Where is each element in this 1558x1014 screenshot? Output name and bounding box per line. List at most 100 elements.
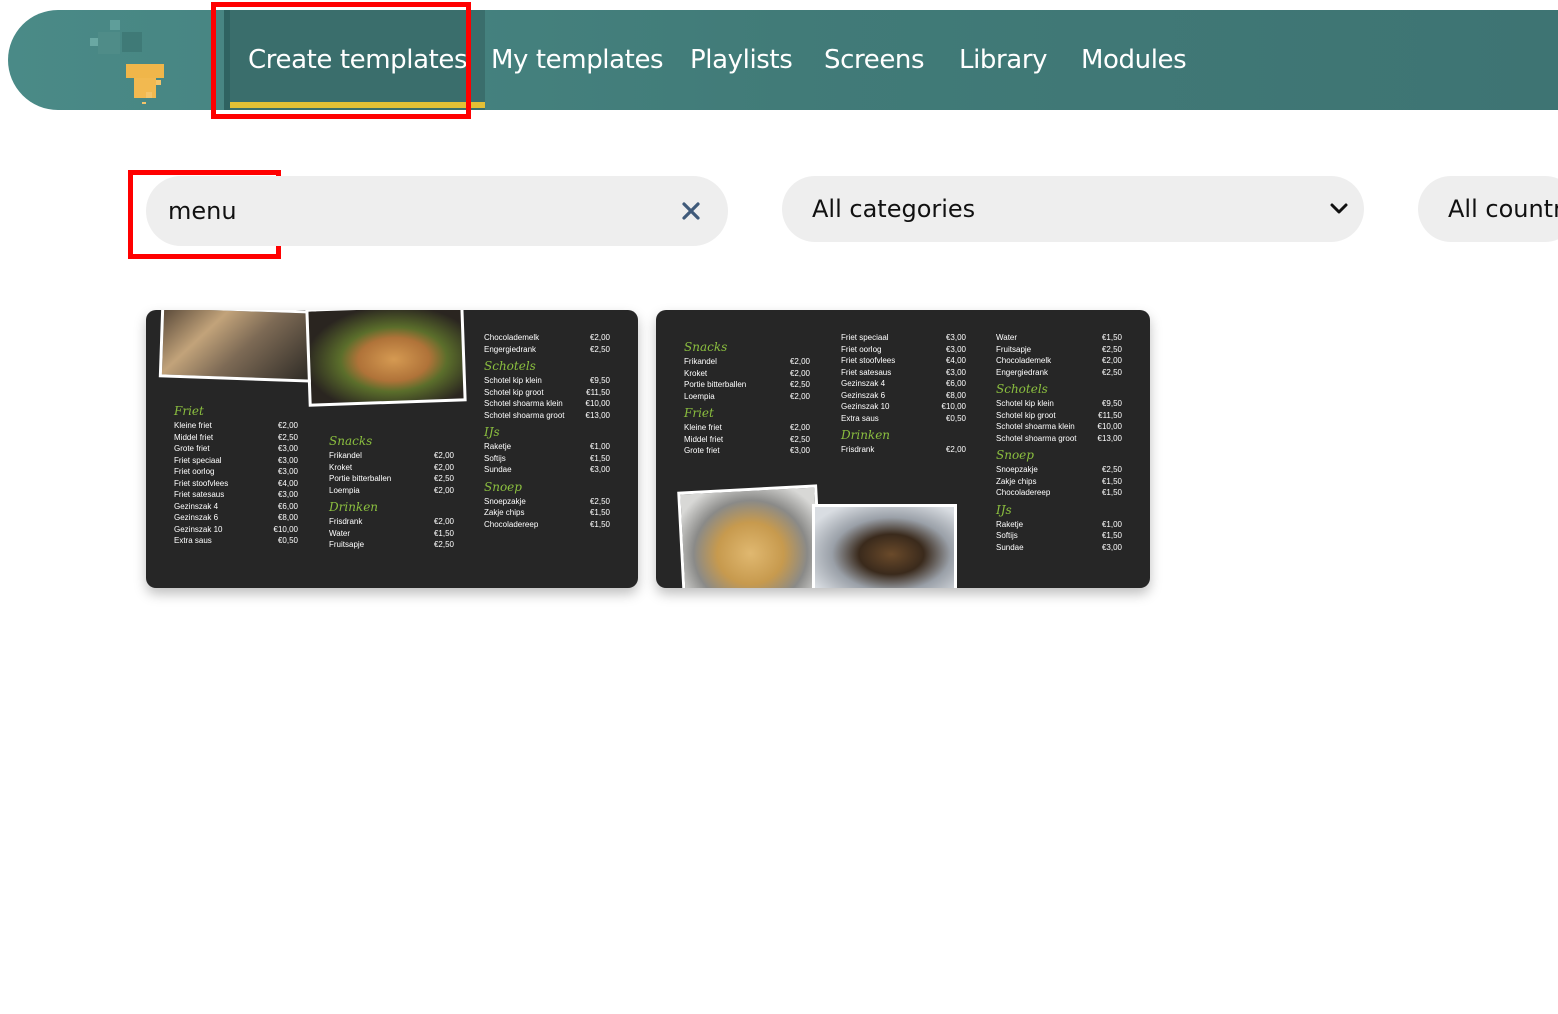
nav-my-templates[interactable]: My templates <box>491 10 664 110</box>
menu-item-name: Snoepzakje <box>484 496 526 506</box>
menu-item-name: Friet oorlog <box>174 467 215 476</box>
menu-item-row: Schotel shoarma groot €13,00 <box>996 433 1122 445</box>
menu-item-row: Middel friet €2,50 <box>174 432 298 444</box>
menu-item-row: Friet oorlog €3,00 <box>841 344 966 356</box>
menu-item-name: Snoepzakje <box>996 465 1038 474</box>
menu-item-name: Gezinszak 10 <box>174 524 223 534</box>
menu-item-row: Schotel shoarma klein €10,00 <box>996 421 1122 433</box>
menu-item-name: Middel friet <box>684 434 724 444</box>
country-select-value: All countr <box>1448 195 1558 223</box>
menu-item-row: Gezinszak 4 €6,00 <box>174 501 298 513</box>
menu-item-name: Portie bitterballen <box>684 380 747 389</box>
menu-item-price: €0,50 <box>945 413 966 423</box>
menu-item-price: €1,00 <box>589 442 610 451</box>
menu-item-name: Water <box>996 333 1018 342</box>
menu-item-price: €3,00 <box>1101 542 1122 552</box>
menu-item-row: Middel friet €2,50 <box>684 434 810 446</box>
menu-item-name: Gezinszak 4 <box>841 379 886 388</box>
nav-playlists[interactable]: Playlists <box>690 10 793 110</box>
country-select[interactable]: All countr <box>1418 176 1558 242</box>
menu-item-row: Portie bitterballen €2,50 <box>684 379 810 391</box>
menu-item-row: Schotel kip klein €9,50 <box>996 398 1122 410</box>
menu-item-row: Kleine friet €2,00 <box>684 422 810 434</box>
menu-item-price: €2,50 <box>789 380 810 389</box>
menu-item-price: €9,50 <box>589 376 610 385</box>
nav-screens[interactable]: Screens <box>824 10 925 110</box>
menu-item-row: Grote friet €3,00 <box>684 445 810 457</box>
menu-item-row: Schotel shoarma groot €13,00 <box>484 410 610 422</box>
menu-item-price: €2,50 <box>589 344 610 354</box>
menu-item-row: Water €1,50 <box>329 528 454 540</box>
menu-item-name: Softijs <box>484 453 506 463</box>
menu-item-name: Raketje <box>484 442 512 451</box>
menu-item-price: €13,00 <box>585 410 610 420</box>
menu-item-row: Raketje €1,00 <box>484 441 610 453</box>
menu-item-price: €3,00 <box>945 333 966 342</box>
clear-search-icon[interactable] <box>680 200 702 222</box>
search-field[interactable] <box>146 176 728 246</box>
menu-item-price: €2,00 <box>789 357 810 366</box>
menu-column-2: Friet speciaal €3,00 Friet oorlog €3,00 Frie… <box>841 332 966 456</box>
menu-item-name: Friet speciaal <box>841 333 889 342</box>
menu-item-name: Kleine friet <box>174 421 212 430</box>
menu-section-title: Snacks <box>329 434 373 448</box>
menu-item-name: Portie bitterballen <box>329 474 392 483</box>
app-logo[interactable] <box>86 18 172 104</box>
menu-item-name: Fruitsapje <box>329 540 365 549</box>
menu-item-row: Gezinszak 10 €10,00 <box>174 524 298 536</box>
menu-item-price: €6,00 <box>945 379 966 388</box>
nav-library[interactable]: Library <box>959 10 1048 110</box>
menu-item-row: Softijs €1,50 <box>996 530 1122 542</box>
menu-column-2: Snacks Frikandel €2,00 Kroket €2,00 Portie bi… <box>329 430 454 551</box>
menu-item-name: Chocolademelk <box>484 333 540 342</box>
menu-section-title: Drinken <box>841 428 891 442</box>
menu-item-name: Schotel kip groot <box>996 410 1056 420</box>
menu-item-row: Friet stoofvlees €4,00 <box>174 478 298 490</box>
menu-item-price: €9,50 <box>1101 399 1122 408</box>
menu-item-row: Sundae €3,00 <box>996 542 1122 554</box>
menu-item-row: Extra saus €0,50 <box>841 413 966 425</box>
menu-item-price: €2,00 <box>433 517 454 526</box>
menu-item-price: €10,00 <box>585 399 610 408</box>
menu-item-row: Chocoladereep €1,50 <box>484 519 610 531</box>
menu-item-price: €3,00 <box>277 467 298 476</box>
menu-item-row: Snoepzakje €2,50 <box>484 496 610 508</box>
menu-item-price: €2,00 <box>433 462 454 472</box>
menu-item-row: Chocoladereep €1,50 <box>996 487 1122 499</box>
menu-item-name: Schotel shoarma groot <box>996 433 1077 443</box>
menu-item-price: €1,50 <box>1101 488 1122 497</box>
search-input[interactable] <box>168 176 648 246</box>
menu-item-row: Raketje €1,00 <box>996 519 1122 531</box>
menu-item-name: Friet satesaus <box>174 490 225 499</box>
nav-create-templates[interactable]: Create templates <box>224 10 486 110</box>
menu-column-3: Water €1,50 Fruitsapje €2,50 Chocolademelk €2… <box>996 332 1122 553</box>
category-select[interactable]: All categories <box>782 176 1364 242</box>
menu-item-name: Gezinszak 4 <box>174 501 219 511</box>
menu-item-price: €1,50 <box>1101 476 1122 486</box>
menu-column-1: Friet Kleine friet €2,00 Middel friet €2,50 G… <box>174 400 298 547</box>
menu-item-price: €10,00 <box>941 402 966 411</box>
menu-item-price: €4,00 <box>945 356 966 365</box>
menu-section-title: IJs <box>484 425 500 439</box>
menu-item-name: Schotel shoarma klein <box>484 399 563 408</box>
menu-item-name: Loempia <box>329 485 360 495</box>
menu-item-name: Schotel kip klein <box>484 376 542 385</box>
menu-item-name: Frisdrank <box>329 517 363 526</box>
menu-item-row: Friet oorlog €3,00 <box>174 466 298 478</box>
menu-item-price: €2,50 <box>1101 367 1122 377</box>
menu-item-name: Engergiedrank <box>484 344 537 354</box>
menu-section-title: Snacks <box>684 340 728 354</box>
menu-item-name: Engergiedrank <box>996 367 1049 377</box>
template-card-2[interactable]: Snacks Frikandel €2,00 Kroket €2,00 Portie bi… <box>656 310 1150 588</box>
menu-item-name: Kleine friet <box>684 423 722 432</box>
menu-item-price: €4,00 <box>277 478 298 488</box>
menu-item-row: Snoepzakje €2,50 <box>996 464 1122 476</box>
menu-item-price: €3,00 <box>277 490 298 499</box>
template-card-1[interactable]: Friet Kleine friet €2,00 Middel friet €2,50 G… <box>146 310 638 588</box>
menu-item-row: Kleine friet €2,00 <box>174 420 298 432</box>
nav-modules[interactable]: Modules <box>1081 10 1187 110</box>
menu-item-row: Schotel kip groot €11,50 <box>996 410 1122 422</box>
menu-item-row: Softijs €1,50 <box>484 453 610 465</box>
menu-item-row: Loempia €2,00 <box>329 485 454 497</box>
menu-item-price: €11,50 <box>586 387 610 397</box>
